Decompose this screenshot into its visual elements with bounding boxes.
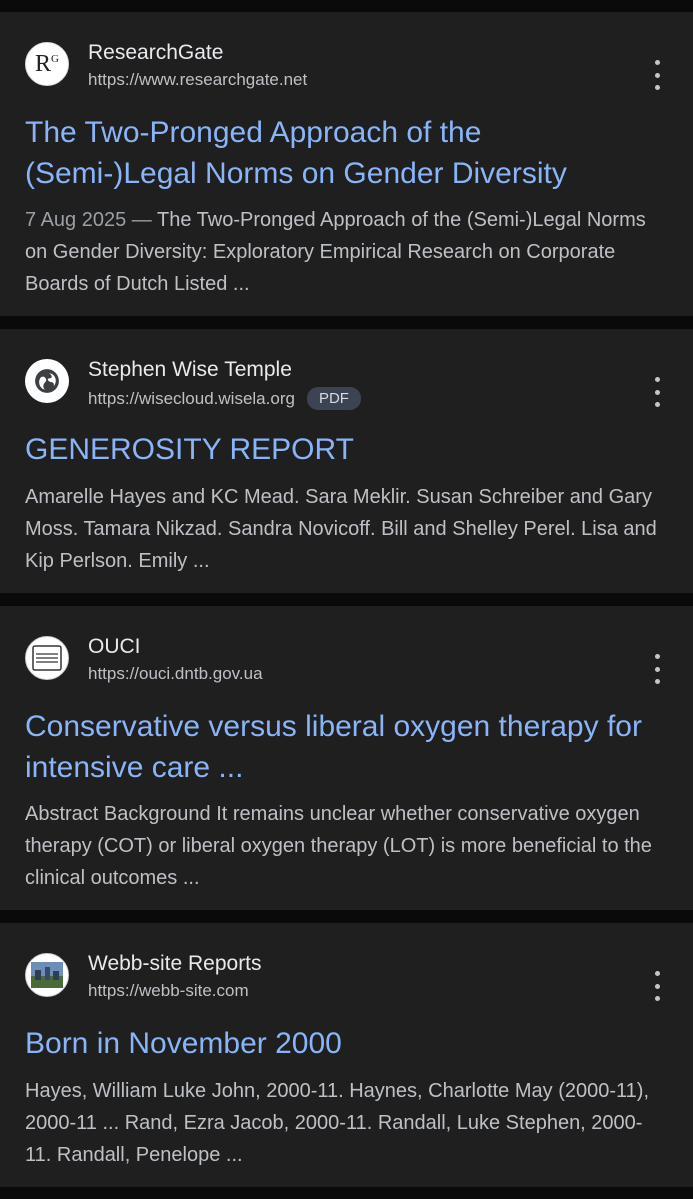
site-name: ResearchGate: [88, 41, 224, 64]
result-title-link[interactable]: The Two-Pronged Approach of the (Semi-)L…: [25, 112, 653, 194]
result-snippet: Amarelle Hayes and KC Mead. Sara Meklir.…: [25, 486, 657, 572]
result-card-researchgate: RG ResearchGate https://www.researchgate…: [0, 12, 693, 316]
globe-icon: [25, 359, 69, 403]
site-header[interactable]: RG ResearchGate https://www.researchgate…: [25, 41, 673, 89]
more-options-icon[interactable]: [647, 377, 667, 407]
site-header[interactable]: Webb-site Reports https://webb-site.com: [25, 952, 673, 1000]
search-results-page: RG ResearchGate https://www.researchgate…: [0, 0, 693, 1199]
webb-site-logo-icon: [25, 953, 69, 997]
site-url: https://ouci.dntb.gov.ua: [88, 664, 263, 683]
result-title-link[interactable]: GENEROSITY REPORT: [25, 429, 653, 470]
site-url: https://wisecloud.wisela.org PDF: [88, 387, 361, 410]
pdf-badge: PDF: [306, 387, 361, 410]
result-card-stephen-wise: Stephen Wise Temple https://wisecloud.wi…: [0, 329, 693, 593]
site-name: OUCI: [88, 635, 141, 658]
result-snippet: 7 Aug 2025 — The Two-Pronged Approach of…: [25, 209, 646, 295]
site-url: https://www.researchgate.net: [88, 70, 308, 89]
site-url: https://webb-site.com: [88, 981, 249, 1000]
result-card-webb-site: Webb-site Reports https://webb-site.com …: [0, 923, 693, 1187]
result-date: 7 Aug 2025 —: [25, 209, 152, 231]
result-snippet: Hayes, William Luke John, 2000-11. Hayne…: [25, 1080, 649, 1166]
quote-card-icon: [25, 636, 69, 680]
result-title-link[interactable]: Born in November 2000: [25, 1023, 653, 1064]
site-header[interactable]: OUCI https://ouci.dntb.gov.ua: [25, 635, 673, 683]
more-options-icon[interactable]: [647, 60, 667, 90]
site-name: Stephen Wise Temple: [88, 358, 292, 381]
more-options-icon[interactable]: [647, 971, 667, 1001]
result-snippet: Abstract Background It remains unclear w…: [25, 803, 652, 889]
researchgate-logo-icon: RG: [25, 42, 69, 86]
site-name: Webb-site Reports: [88, 952, 262, 975]
site-header[interactable]: Stephen Wise Temple https://wisecloud.wi…: [25, 358, 673, 410]
result-title-link[interactable]: Conservative versus liberal oxygen thera…: [25, 706, 653, 788]
result-card-ouci: OUCI https://ouci.dntb.gov.ua Conservati…: [0, 606, 693, 910]
more-options-icon[interactable]: [647, 654, 667, 684]
